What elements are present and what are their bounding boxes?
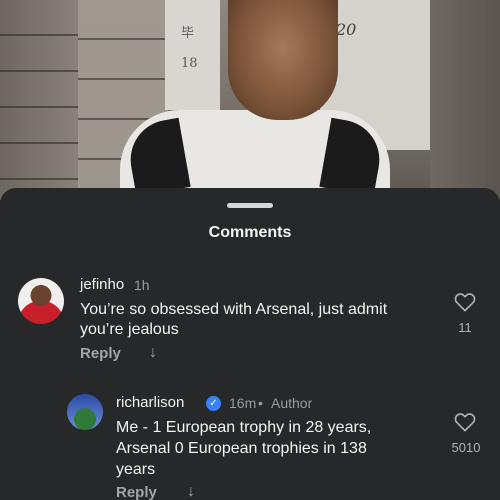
locker-left: 毕 18 [165, 0, 220, 110]
author-badge: Author [271, 395, 313, 411]
heart-icon[interactable] [454, 292, 476, 312]
locker-number: 20 [336, 20, 357, 39]
verified-badge-icon: ✓ [206, 396, 221, 411]
view-replies-arrow-icon[interactable]: ↓ [149, 344, 157, 362]
heart-icon[interactable] [454, 412, 476, 432]
reply-button[interactable]: Reply [80, 345, 121, 362]
comment-username[interactable]: richarlison [116, 394, 184, 411]
view-replies-arrow-icon[interactable]: ↓ [187, 483, 195, 500]
comment-username[interactable]: jefinho [80, 276, 124, 293]
comment-text: You’re so obsessed with Arsenal, just ad… [80, 301, 388, 318]
tiled-wall [0, 0, 80, 200]
reply-button[interactable]: Reply [116, 484, 157, 500]
comment-text: Arsenal 0 European trophies in 138 [116, 440, 367, 457]
comment-text: Me - 1 European trophy in 28 years, [116, 419, 372, 436]
locker-edge [430, 0, 500, 200]
comment-text: years [116, 461, 156, 478]
meta-separator: • [258, 395, 263, 411]
locker-glyph: 毕 [181, 26, 195, 41]
comment-time: 1h [134, 277, 150, 293]
comment-time: 16m [229, 395, 257, 411]
like-count: 5010 [451, 440, 481, 455]
person-head [228, 0, 338, 120]
avatar[interactable] [67, 394, 103, 430]
drag-handle[interactable] [227, 203, 273, 208]
background-photo: 毕 18 20 [0, 0, 500, 200]
person-shirt [120, 110, 390, 200]
comment-text: you’re jealous [80, 321, 179, 338]
locker-glyph: 18 [181, 56, 198, 71]
sheet-title: Comments [208, 224, 292, 241]
avatar[interactable] [18, 278, 64, 324]
like-count: 11 [458, 320, 472, 335]
